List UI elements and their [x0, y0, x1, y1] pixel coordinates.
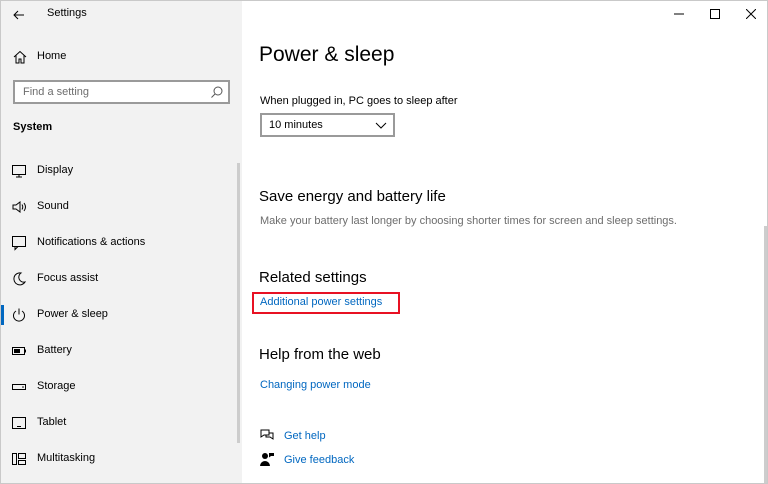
related-settings-heading: Related settings — [259, 269, 367, 286]
home-nav-item[interactable]: Home — [1, 45, 242, 69]
window-controls — [661, 1, 767, 27]
minimize-button[interactable] — [661, 1, 697, 27]
sidebar-item-label: Sound — [37, 200, 69, 212]
content-scrollbar[interactable] — [764, 226, 767, 483]
give-feedback-icon — [260, 453, 274, 466]
search-input[interactable]: Find a setting — [13, 80, 230, 104]
page-title: Power & sleep — [259, 43, 395, 66]
minimize-icon — [674, 13, 684, 15]
main-content: Power & sleep When plugged in, PC goes t… — [242, 1, 767, 483]
get-help-icon — [260, 429, 274, 440]
notifications-icon — [12, 236, 26, 251]
maximize-icon — [710, 9, 720, 19]
sidebar: Settings Home Find a setting System Disp… — [1, 1, 242, 483]
sidebar-item-label: Power & sleep — [37, 308, 108, 320]
back-button[interactable] — [1, 1, 37, 29]
sound-icon — [12, 201, 26, 213]
sidebar-item-label: Battery — [37, 344, 72, 356]
sidebar-scrollbar[interactable] — [237, 163, 240, 443]
multitasking-icon — [12, 453, 26, 465]
app-title: Settings — [47, 7, 87, 19]
active-indicator — [1, 305, 4, 325]
sidebar-item-label: Notifications & actions — [37, 236, 146, 248]
sidebar-item-label: Tablet — [37, 416, 67, 428]
changing-power-mode-link[interactable]: Changing power mode — [260, 379, 371, 391]
home-icon — [13, 50, 27, 64]
sidebar-item-storage[interactable]: Storage — [1, 371, 242, 403]
sidebar-item-label: Multitasking — [37, 452, 96, 464]
dropdown-value: 10 minutes — [269, 119, 323, 131]
settings-window: Settings Home Find a setting System Disp… — [0, 0, 768, 484]
close-icon — [746, 9, 756, 19]
sidebar-item-focus-assist[interactable]: Focus assist — [1, 263, 242, 295]
give-feedback-link[interactable]: Give feedback — [284, 454, 354, 466]
sleep-label: When plugged in, PC goes to sleep after — [260, 95, 458, 107]
sidebar-item-power-sleep[interactable]: Power & sleep — [1, 299, 242, 331]
sidebar-item-display[interactable]: Display — [1, 155, 242, 187]
search-placeholder: Find a setting — [23, 86, 90, 98]
storage-icon — [12, 384, 26, 390]
display-icon — [12, 165, 26, 178]
additional-power-settings-link[interactable]: Additional power settings — [260, 296, 382, 308]
sidebar-item-label: Focus assist — [37, 272, 99, 284]
help-heading: Help from the web — [259, 346, 381, 363]
close-button[interactable] — [733, 1, 767, 27]
sidebar-item-tablet[interactable]: Tablet — [1, 407, 242, 439]
home-label: Home — [37, 50, 67, 62]
focus-assist-icon — [13, 272, 27, 286]
sidebar-item-notifications[interactable]: Notifications & actions — [1, 227, 242, 259]
back-arrow-icon — [13, 10, 24, 20]
sidebar-item-label: Storage — [37, 380, 76, 392]
chevron-down-icon — [375, 122, 387, 129]
sidebar-item-battery[interactable]: Battery — [1, 335, 242, 367]
save-energy-heading: Save energy and battery life — [259, 188, 446, 205]
maximize-button[interactable] — [697, 1, 733, 27]
section-heading: System — [13, 121, 53, 133]
power-icon — [13, 308, 25, 322]
get-help-link[interactable]: Get help — [284, 430, 326, 442]
search-icon — [211, 86, 223, 98]
sidebar-item-sound[interactable]: Sound — [1, 191, 242, 223]
sidebar-item-multitasking[interactable]: Multitasking — [1, 443, 242, 475]
battery-icon — [12, 347, 26, 355]
sleep-timeout-dropdown[interactable]: 10 minutes — [260, 113, 395, 137]
tablet-icon — [12, 417, 26, 429]
save-energy-description: Make your battery last longer by choosin… — [260, 215, 677, 227]
sidebar-item-label: Display — [37, 164, 74, 176]
